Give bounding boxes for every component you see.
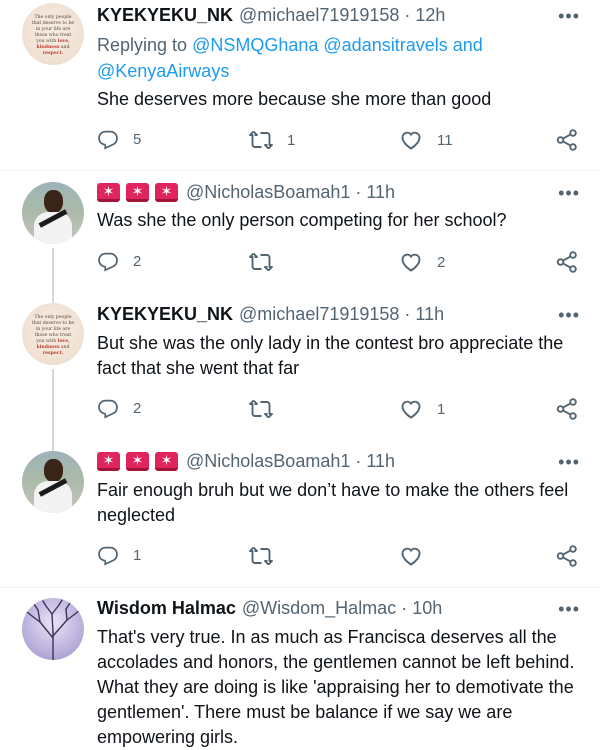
share-icon	[555, 250, 579, 274]
like-button[interactable]	[399, 544, 423, 568]
tweet-text: But she was the only lady in the contest…	[97, 333, 564, 378]
handle-and-time[interactable]: @michael71919158 · 12h	[239, 5, 445, 26]
handle-and-time[interactable]: @michael71919158 · 11h	[239, 304, 444, 325]
retweet-icon	[249, 250, 273, 274]
avatar[interactable]	[22, 182, 84, 244]
police-light-emoji	[155, 451, 178, 471]
like-button[interactable]: 1	[399, 397, 445, 421]
tweet-text: Was she the only person competing for he…	[97, 210, 507, 230]
share-button[interactable]	[555, 128, 579, 152]
share-button[interactable]	[555, 397, 579, 421]
tweet[interactable]: @NicholasBoamah1 · 11h ••• Was she the o…	[0, 170, 600, 293]
share-icon	[555, 397, 579, 421]
tweet-actions: 1	[97, 544, 587, 570]
retweet-button[interactable]	[249, 544, 273, 568]
thread-line	[52, 369, 54, 440]
reply-icon	[97, 250, 119, 272]
tweet[interactable]: @NicholasBoamah1 · 11h ••• Fair enough b…	[0, 440, 600, 587]
retweet-button[interactable]	[249, 397, 273, 421]
like-count: 2	[437, 253, 446, 271]
more-icon[interactable]: •••	[558, 305, 580, 326]
tree-icon	[26, 599, 81, 660]
more-icon[interactable]: •••	[558, 599, 580, 620]
retweet-button[interactable]: 1	[249, 128, 295, 152]
thread-line	[52, 248, 54, 293]
tweet-header: @NicholasBoamah1 · 11h	[97, 451, 395, 472]
handle-and-time[interactable]: @NicholasBoamah1 · 11h	[186, 182, 395, 203]
more-icon[interactable]: •••	[558, 183, 580, 204]
reply-icon	[97, 544, 119, 566]
handle-and-time[interactable]: @Wisdom_Halmac · 10h	[242, 598, 442, 619]
heart-icon	[399, 250, 423, 274]
tweet[interactable]: The only people that deserve to be in yo…	[0, 0, 600, 170]
share-button[interactable]	[555, 544, 579, 568]
police-light-emoji	[155, 182, 178, 202]
tweet-actions: 2 1	[97, 397, 587, 423]
retweet-count: 1	[287, 131, 296, 149]
reply-count: 5	[133, 130, 142, 148]
tweet-header: KYEKYEKU_NK @michael71919158 · 12h	[97, 5, 445, 26]
reply-button[interactable]: 1	[97, 544, 141, 566]
thread-line	[52, 293, 54, 303]
heart-icon	[399, 128, 423, 152]
heart-icon	[399, 544, 423, 568]
retweet-icon	[249, 397, 273, 421]
retweet-icon	[249, 544, 273, 568]
replying-to-label: Replying to	[97, 35, 188, 55]
like-button[interactable]: 11	[399, 128, 453, 152]
avatar[interactable]: The only people that deserve to be in yo…	[22, 303, 84, 365]
mention-link[interactable]: @NSMQGhana @adansitravels	[192, 35, 448, 55]
like-count: 1	[437, 400, 446, 418]
reply-count: 1	[133, 546, 142, 564]
retweet-icon	[249, 128, 273, 152]
tweet-actions: 2 2	[97, 250, 587, 276]
share-icon	[555, 128, 579, 152]
tweet-text: That's very true. In as much as Francisc…	[97, 627, 575, 747]
reply-icon	[97, 397, 119, 419]
more-icon[interactable]: •••	[558, 452, 580, 473]
like-button[interactable]: 2	[399, 250, 445, 274]
reply-count: 2	[133, 399, 142, 417]
tweet-actions: 5 1 11	[97, 128, 587, 154]
reply-button[interactable]: 2	[97, 250, 141, 272]
reply-button[interactable]: 5	[97, 128, 141, 150]
avatar[interactable]	[22, 598, 84, 660]
heart-icon	[399, 397, 423, 421]
replying-to: Replying to @NSMQGhana @adansitravels an…	[97, 32, 537, 84]
display-name[interactable]: KYEKYEKU_NK	[97, 304, 233, 325]
police-light-emoji	[97, 182, 120, 202]
police-light-emoji	[126, 182, 149, 202]
tweet-text: She deserves more because she more than …	[97, 89, 492, 109]
police-light-emoji	[97, 451, 120, 471]
display-name[interactable]	[97, 182, 178, 202]
tweet-header: KYEKYEKU_NK @michael71919158 · 11h	[97, 304, 444, 325]
tweet[interactable]: Wisdom Halmac @Wisdom_Halmac · 10h ••• T…	[0, 587, 600, 750]
share-icon	[555, 544, 579, 568]
tweet-header: @NicholasBoamah1 · 11h	[97, 182, 395, 203]
like-count: 11	[437, 131, 453, 149]
reply-icon	[97, 128, 119, 150]
retweet-button[interactable]	[249, 250, 273, 274]
more-icon[interactable]: •••	[558, 6, 580, 27]
police-light-emoji	[126, 451, 149, 471]
display-name[interactable]: Wisdom Halmac	[97, 598, 236, 619]
avatar[interactable]	[22, 451, 84, 513]
tweet-text: Fair enough bruh but we don’t have to ma…	[97, 480, 569, 525]
display-name[interactable]	[97, 451, 178, 471]
tweet-header: Wisdom Halmac @Wisdom_Halmac · 10h	[97, 598, 442, 619]
handle-and-time[interactable]: @NicholasBoamah1 · 11h	[186, 451, 395, 472]
thread-line	[52, 440, 54, 451]
display-name[interactable]: KYEKYEKU_NK	[97, 5, 233, 26]
and-link[interactable]: and	[453, 35, 483, 55]
avatar-quote-text: The only people that deserve to be in yo…	[31, 315, 75, 356]
reply-button[interactable]: 2	[97, 397, 141, 419]
avatar-quote-text: The only people that deserve to be in yo…	[31, 15, 75, 56]
share-button[interactable]	[555, 250, 579, 274]
reply-count: 2	[133, 252, 142, 270]
avatar[interactable]: The only people that deserve to be in yo…	[22, 3, 84, 65]
tweet[interactable]: The only people that deserve to be in yo…	[0, 293, 600, 440]
mention-link[interactable]: @KenyaAirways	[97, 61, 229, 81]
